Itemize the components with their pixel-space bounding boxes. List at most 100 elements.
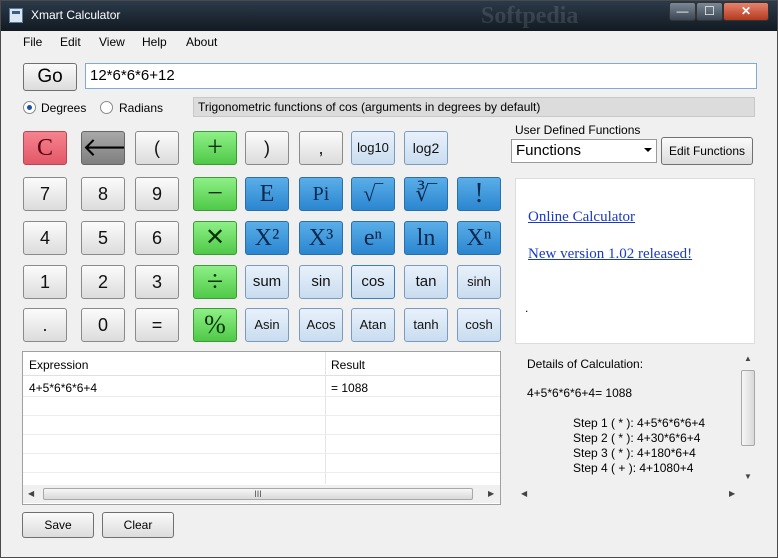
menu-help[interactable]: Help: [142, 35, 167, 49]
row-divider: [23, 453, 500, 454]
digit-9-button[interactable]: 9: [135, 177, 179, 211]
dropdown-arrow-icon: [644, 148, 652, 152]
calc-step-1: Step 1 ( * ): 4+5*6*6*6+4: [573, 416, 706, 430]
scroll-up-icon[interactable]: ▲: [744, 354, 752, 363]
row-divider: [23, 434, 500, 435]
close-button[interactable]: ✕: [723, 2, 769, 21]
row-divider: [23, 396, 500, 397]
pi-button[interactable]: Pi: [299, 177, 343, 211]
column-divider: [325, 352, 326, 484]
minimize-button[interactable]: —: [669, 2, 696, 21]
functions-dropdown[interactable]: Functions: [511, 139, 657, 163]
row-divider: [23, 472, 500, 473]
digit-0-button[interactable]: 0: [81, 308, 125, 342]
equals-button[interactable]: =: [135, 308, 179, 342]
menu-bar: File Edit View Help About: [1, 31, 777, 55]
factorial-button[interactable]: !: [457, 177, 501, 211]
tanh-button[interactable]: tanh: [404, 308, 448, 342]
clear-history-button[interactable]: Clear: [102, 512, 174, 538]
udf-label: User Defined Functions: [515, 123, 641, 137]
history-result-cell[interactable]: = 1088: [331, 381, 368, 395]
digit-6-button[interactable]: 6: [135, 221, 179, 255]
cos-button[interactable]: cos: [351, 265, 395, 299]
new-version-link[interactable]: New version 1.02 released!: [528, 246, 692, 263]
details-title: Details of Calculation:: [527, 357, 644, 371]
vertical-scrollbar[interactable]: ▲ ▼: [739, 350, 757, 486]
plus-button[interactable]: +: [193, 131, 237, 165]
digit-1-button[interactable]: 1: [23, 265, 67, 299]
backspace-button[interactable]: 🡐: [81, 131, 125, 165]
divide-button[interactable]: ÷: [193, 265, 237, 299]
cube-root-button[interactable]: ∛‾: [404, 177, 448, 211]
digit-8-button[interactable]: 8: [81, 177, 125, 211]
window-title: Xmart Calculator: [31, 8, 121, 22]
atan-button[interactable]: Atan: [351, 308, 395, 342]
multiply-button[interactable]: ✕: [193, 221, 237, 255]
calc-step-4: Step 4 ( + ): 4+1080+4: [573, 461, 694, 475]
panel-dot: .: [525, 301, 529, 315]
natural-log-button[interactable]: ln: [404, 221, 448, 255]
percent-button[interactable]: %: [193, 308, 237, 342]
history-expression-cell[interactable]: 4+5*6*6*6+4: [29, 381, 97, 395]
power-n-button[interactable]: Xⁿ: [457, 221, 501, 255]
digit-2-button[interactable]: 2: [81, 265, 125, 299]
menu-about[interactable]: About: [186, 35, 217, 49]
digit-7-button[interactable]: 7: [23, 177, 67, 211]
details-scroll-left-icon[interactable]: ◀: [521, 489, 527, 498]
result-column-header[interactable]: Result: [331, 358, 365, 372]
log2-button[interactable]: log2: [404, 131, 448, 165]
close-paren-button[interactable]: ): [245, 131, 289, 165]
menu-edit[interactable]: Edit: [60, 35, 81, 49]
links-panel: Online Calculator New version 1.02 relea…: [515, 178, 755, 344]
open-paren-button[interactable]: (: [135, 131, 179, 165]
menu-file[interactable]: File: [23, 35, 42, 49]
scrollbar-thumb[interactable]: III: [43, 488, 473, 500]
edit-functions-button[interactable]: Edit Functions: [661, 137, 753, 165]
radians-label: Radians: [119, 101, 164, 115]
square-root-button[interactable]: √‾: [351, 177, 395, 211]
sinh-button[interactable]: sinh: [457, 265, 501, 299]
scroll-left-icon[interactable]: ◀: [28, 489, 34, 498]
maximize-button[interactable]: ☐: [696, 2, 723, 21]
cube-button[interactable]: X³: [299, 221, 343, 255]
table-header: Expression Result: [23, 352, 500, 376]
sum-button[interactable]: sum: [245, 265, 289, 299]
digit-3-button[interactable]: 3: [135, 265, 179, 299]
expression-column-header[interactable]: Expression: [29, 358, 88, 372]
clear-all-button[interactable]: C: [23, 131, 67, 165]
degrees-radio[interactable]: [23, 101, 36, 114]
square-button[interactable]: X²: [245, 221, 289, 255]
e-constant-button[interactable]: E: [245, 177, 289, 211]
asin-button[interactable]: Asin: [245, 308, 289, 342]
exp-power-button[interactable]: eⁿ: [351, 221, 395, 255]
function-info-text: Trigonometric functions of cos (argument…: [193, 97, 755, 117]
go-button[interactable]: Go: [23, 63, 77, 91]
log10-button[interactable]: log10: [351, 131, 395, 165]
scroll-right-icon[interactable]: ▶: [488, 489, 494, 498]
radians-radio[interactable]: [100, 101, 113, 114]
degrees-label: Degrees: [41, 101, 87, 115]
details-summary: 4+5*6*6*6+4= 1088: [527, 386, 633, 400]
digit-5-button[interactable]: 5: [81, 221, 125, 255]
cosh-button[interactable]: cosh: [457, 308, 501, 342]
tan-button[interactable]: tan: [404, 265, 448, 299]
horizontal-scrollbar[interactable]: ◀ III ▶: [23, 485, 500, 503]
sin-button[interactable]: sin: [299, 265, 343, 299]
vertical-scrollbar-thumb[interactable]: [741, 370, 755, 446]
save-button[interactable]: Save: [22, 512, 94, 538]
row-divider: [23, 415, 500, 416]
expression-input[interactable]: 12*6*6*6+12: [85, 63, 757, 89]
acos-button[interactable]: Acos: [299, 308, 343, 342]
calculator-window: Xmart Calculator Softpedia — ☐ ✕ File Ed…: [0, 0, 778, 558]
title-bar[interactable]: Xmart Calculator Softpedia — ☐ ✕: [1, 1, 777, 31]
comma-button[interactable]: ,: [299, 131, 343, 165]
menu-view[interactable]: View: [99, 35, 125, 49]
scroll-down-icon[interactable]: ▼: [744, 472, 752, 481]
minus-button[interactable]: −: [193, 177, 237, 211]
calculator-app-icon: [9, 8, 23, 23]
digit-4-button[interactable]: 4: [23, 221, 67, 255]
watermark-text: Softpedia: [481, 3, 579, 29]
decimal-point-button[interactable]: .: [23, 308, 67, 342]
details-scroll-right-icon[interactable]: ▶: [729, 489, 735, 498]
online-calculator-link[interactable]: Online Calculator: [528, 209, 635, 226]
